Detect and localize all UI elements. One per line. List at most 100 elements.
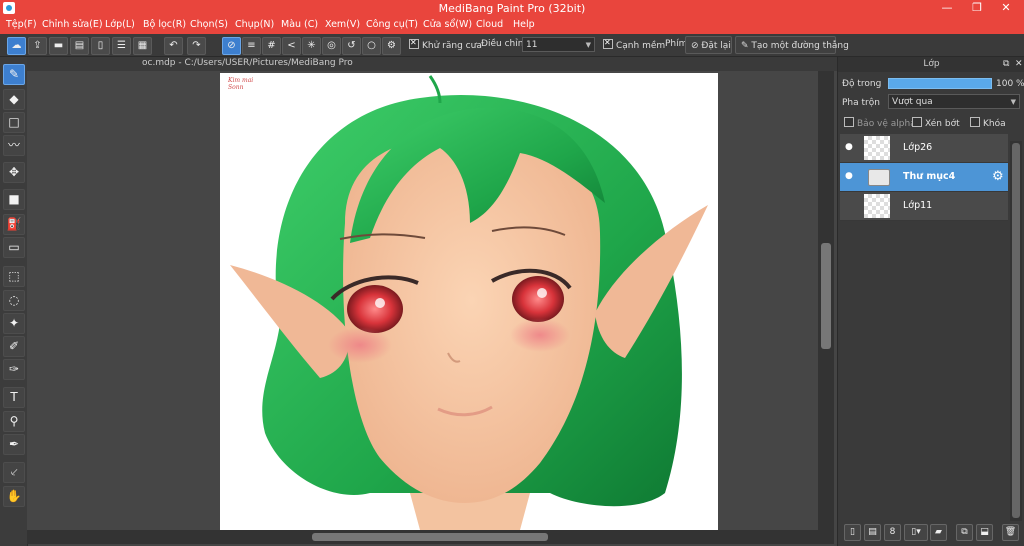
fill-rect-icon[interactable]: ■: [3, 189, 25, 210]
opacity-slider[interactable]: [888, 78, 992, 89]
merge-layer-icon[interactable]: ⬓: [976, 524, 993, 541]
layer-row[interactable]: ● Lớp26: [840, 134, 1008, 163]
straight-line-button[interactable]: ✎ Tạo một đường thẳng: [735, 36, 849, 54]
page-list-icon[interactable]: ☰: [112, 37, 131, 55]
new-halftone-layer-icon[interactable]: ▤: [864, 524, 881, 541]
checkbox-icon[interactable]: [970, 117, 980, 127]
comment-icon[interactable]: ▬: [49, 37, 68, 55]
magic-wand-icon[interactable]: ✦: [3, 313, 25, 334]
checkbox-icon[interactable]: [603, 38, 613, 49]
checkbox-icon[interactable]: [409, 38, 419, 49]
cloud-icon[interactable]: ☁: [7, 37, 26, 55]
eyedropper-icon[interactable]: ✒: [3, 434, 25, 455]
clip-toggle[interactable]: Xén bớt: [912, 117, 960, 129]
vanishing-snap-icon[interactable]: <: [282, 37, 301, 55]
select-pen-icon[interactable]: ✐: [3, 336, 25, 357]
menu-tools[interactable]: Công cụ(T): [366, 19, 418, 30]
menu-color[interactable]: Màu (C): [281, 19, 318, 30]
page-icon[interactable]: ▯: [91, 37, 110, 55]
curve-snap-icon[interactable]: ↺: [342, 37, 361, 55]
protect-alpha-label: Bảo vệ alpha: [857, 119, 916, 129]
menu-help[interactable]: Help: [513, 19, 535, 30]
reset-icon: ⊘: [691, 41, 699, 51]
move-icon[interactable]: ✥: [3, 162, 25, 183]
new-layer-icon[interactable]: ▯: [844, 524, 861, 541]
new-8bit-layer-icon[interactable]: 8: [884, 524, 901, 541]
trash-icon[interactable]: 🗑: [1002, 524, 1019, 541]
gradient-icon[interactable]: ▭: [3, 237, 25, 258]
layer-row[interactable]: Lớp11: [840, 192, 1008, 221]
restore-icon[interactable]: ❐: [966, 1, 988, 15]
checkbox-icon[interactable]: [844, 117, 854, 127]
scroll-thumb[interactable]: [312, 533, 548, 541]
antialias-toggle[interactable]: Khử răng cưa: [409, 38, 482, 51]
soft-edge-toggle[interactable]: Cạnh mềm: [603, 38, 665, 51]
visibility-icon[interactable]: ●: [845, 172, 854, 181]
share-icon[interactable]: ⇪: [28, 37, 47, 55]
menu-bar: Tệp(F) Chỉnh sửa(E) Lớp(L) Bộ lọc(R) Chọ…: [0, 17, 1024, 34]
circle-snap-icon[interactable]: ◎: [322, 37, 341, 55]
correction-select[interactable]: 11 ▼: [522, 37, 595, 52]
layer-row[interactable]: ● Thư mục4 ⚙: [840, 163, 1008, 192]
brush-icon[interactable]: ✎: [3, 64, 25, 85]
popout-icon[interactable]: ⧉: [1003, 59, 1009, 69]
menu-snap[interactable]: Chụp(N): [235, 19, 274, 30]
gear-icon[interactable]: ⚙: [992, 169, 1004, 184]
rect-select-icon[interactable]: ⬚: [3, 266, 25, 287]
checkbox-icon[interactable]: [912, 117, 922, 127]
document-tab[interactable]: oc.mdp - C:/Users/USER/Pictures/MediBang…: [27, 57, 837, 71]
menu-edit[interactable]: Chỉnh sửa(E): [42, 19, 103, 30]
divide-icon[interactable]: ⚲: [3, 411, 25, 432]
menu-layer[interactable]: Lớp(L): [105, 19, 135, 30]
dot-icon[interactable]: □: [3, 112, 25, 133]
reset-button[interactable]: ⊘ Đặt lại: [685, 36, 732, 54]
new-folder-icon[interactable]: ▰: [930, 524, 947, 541]
undo-icon[interactable]: ↶: [164, 37, 183, 55]
menu-view[interactable]: Xem(V): [325, 19, 360, 30]
snap-off-icon[interactable]: ⊘: [222, 37, 241, 55]
straight-line-label: Tạo một đường thẳng: [751, 41, 849, 51]
duplicate-layer-icon[interactable]: ⧉: [956, 524, 973, 541]
horizontal-scrollbar[interactable]: [27, 530, 834, 544]
canvas-area[interactable]: Kim mai Sonn: [27, 71, 818, 530]
window-title: MediBang Paint Pro (32bit): [438, 2, 586, 15]
panel-scrollbar[interactable]: [1010, 141, 1022, 521]
blend-label: Pha trộn: [842, 98, 880, 108]
minimize-icon[interactable]: —: [936, 1, 958, 15]
menu-filter[interactable]: Bộ lọc(R): [143, 19, 186, 30]
menu-select[interactable]: Chọn(S): [190, 19, 228, 30]
text-icon[interactable]: T: [3, 387, 25, 408]
visibility-icon[interactable]: ●: [845, 143, 854, 152]
cross-snap-icon[interactable]: #: [262, 37, 281, 55]
close-panel-icon[interactable]: ✕: [1015, 59, 1023, 69]
lock-toggle[interactable]: Khóa: [970, 117, 1006, 129]
redo-icon[interactable]: ↷: [187, 37, 206, 55]
scroll-thumb[interactable]: [821, 243, 831, 349]
hand-icon[interactable]: ✋: [3, 486, 25, 507]
ellipse-snap-icon[interactable]: ○: [362, 37, 381, 55]
blur-brush-icon[interactable]: 〰: [3, 135, 25, 156]
close-icon[interactable]: ✕: [995, 1, 1017, 15]
menu-cloud[interactable]: Cloud: [476, 19, 503, 30]
reset-label: Đặt lại: [701, 41, 731, 51]
bucket-icon[interactable]: ⛽: [3, 214, 25, 235]
select-eraser-icon[interactable]: ✑: [3, 359, 25, 380]
pipette-icon[interactable]: ⸔: [3, 462, 25, 483]
settings-icon[interactable]: ⚙: [382, 37, 401, 55]
eraser-icon[interactable]: ◆: [3, 89, 25, 110]
radial-snap-icon[interactable]: ✳: [302, 37, 321, 55]
chevron-down-icon: ▼: [585, 41, 591, 49]
menu-file[interactable]: Tệp(F): [6, 19, 37, 30]
menu-window[interactable]: Cửa sổ(W): [423, 19, 472, 30]
add-layer-menu-icon[interactable]: ▯▾: [904, 524, 928, 541]
grid-icon[interactable]: ▦: [133, 37, 152, 55]
lasso-icon[interactable]: ◌: [3, 290, 25, 311]
speech-bubble-icon[interactable]: ▤: [70, 37, 89, 55]
blend-select[interactable]: Vượt qua ▼: [888, 94, 1020, 109]
toolbar: ☁ ⇪ ▬ ▤ ▯ ☰ ▦ ↶ ↷ ⊘ ≡ # < ✳ ◎ ↺ ○ ⚙ Khử …: [0, 34, 1024, 57]
scroll-thumb[interactable]: [1012, 143, 1020, 518]
protect-alpha-toggle[interactable]: Bảo vệ alpha: [844, 117, 916, 129]
canvas-paper[interactable]: Kim mai Sonn: [220, 73, 718, 530]
vertical-scrollbar[interactable]: [818, 71, 834, 530]
parallel-snap-icon[interactable]: ≡: [242, 37, 261, 55]
